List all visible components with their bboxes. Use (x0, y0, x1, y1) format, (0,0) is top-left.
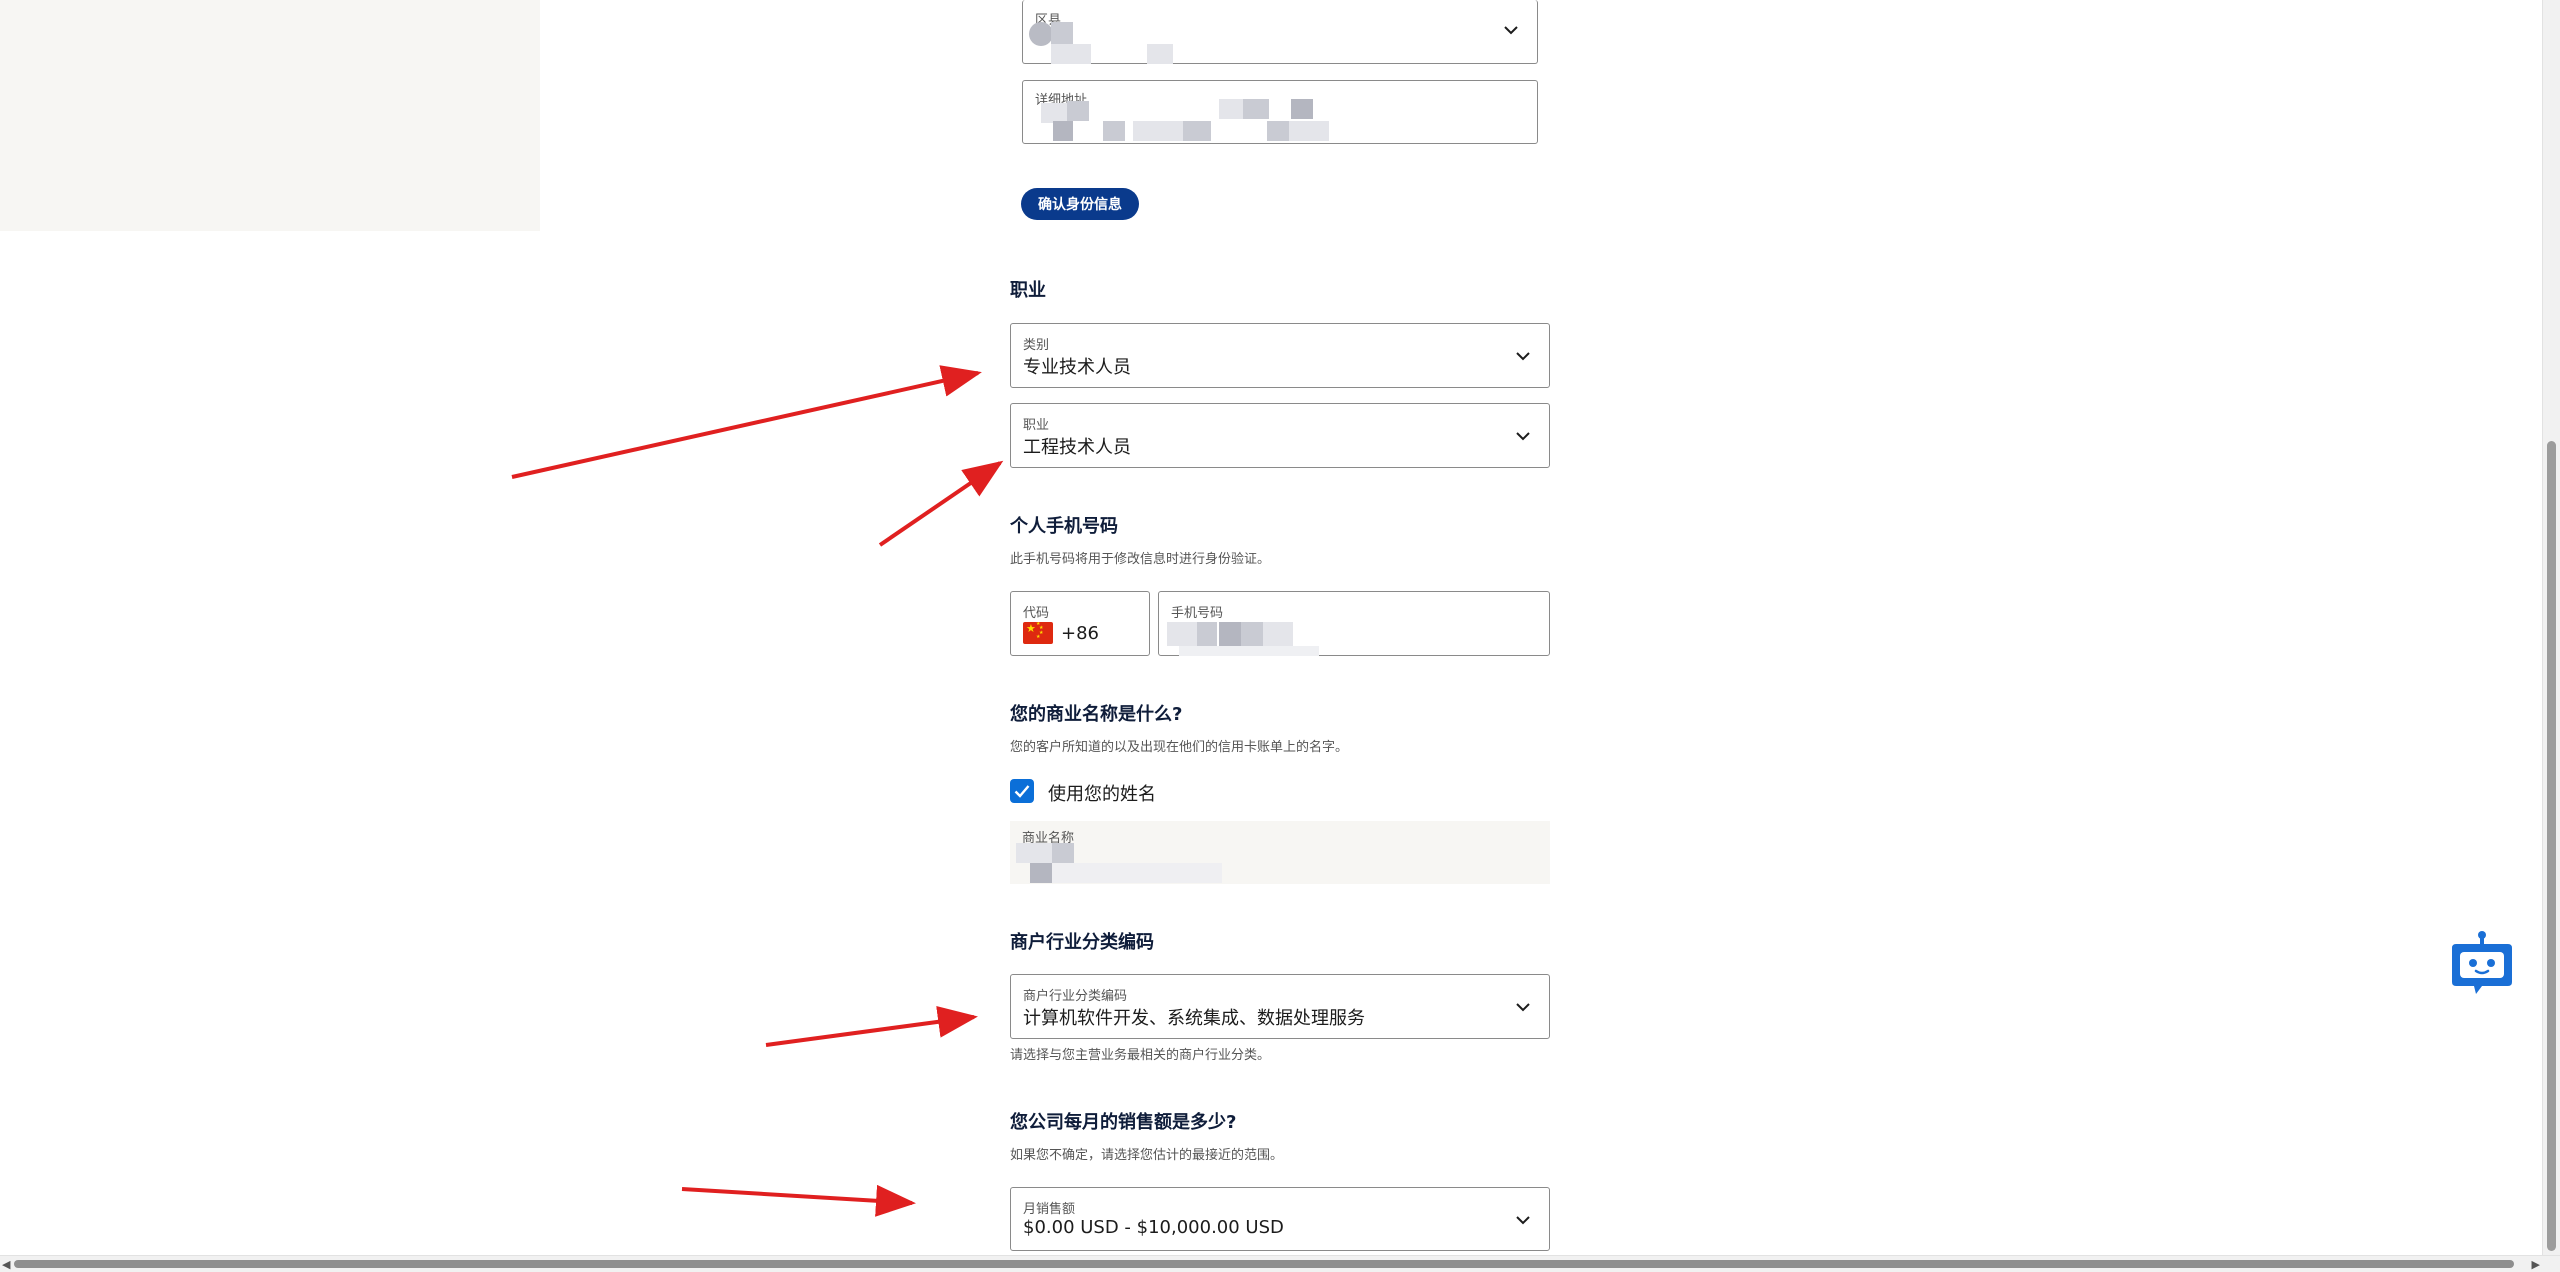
occupation-heading: 职业 (1010, 280, 1046, 301)
industry-heading: 商户行业分类编码 (1010, 932, 1154, 953)
phone-number-label: 手机号码 (1171, 606, 1224, 621)
address-value-redacted (1243, 99, 1269, 119)
phone-number-redacted (1219, 622, 1241, 646)
address-value-redacted (1291, 99, 1313, 119)
occupation-category-select[interactable]: 类别 专业技术人员 (1010, 323, 1550, 388)
annotation-arrow (511, 365, 982, 479)
chevron-down-icon (1515, 428, 1531, 444)
job-value: 工程技术人员 (1023, 437, 1131, 458)
phone-number-redacted (1179, 646, 1319, 656)
annotation-arrow (878, 460, 1004, 547)
address-field[interactable]: 详细地址 (1022, 80, 1538, 144)
industry-select[interactable]: 商户行业分类编码 计算机软件开发、系统集成、数据处理服务 (1010, 974, 1550, 1039)
business-name-redacted (1016, 843, 1052, 863)
horizontal-scrollbar[interactable]: ◀ ▶ (0, 1255, 2560, 1272)
monthly-sales-value: $0.00 USD - $10,000.00 USD (1023, 1217, 1284, 1238)
code-value: +86 (1061, 623, 1099, 644)
phone-number-field[interactable]: 手机号码 (1158, 591, 1550, 656)
confirm-identity-button[interactable]: 确认身份信息 (1021, 188, 1139, 220)
phone-number-redacted (1241, 622, 1263, 646)
job-label: 职业 (1023, 418, 1050, 433)
vertical-scrollbar-thumb[interactable] (2547, 441, 2556, 1251)
business-name-redacted (1052, 863, 1222, 883)
address-value-redacted (1041, 103, 1067, 123)
identity-panel (0, 0, 540, 231)
address-value-redacted (1289, 121, 1329, 141)
phone-number-redacted (1263, 622, 1293, 646)
industry-label: 商户行业分类编码 (1023, 989, 1128, 1004)
phone-number-redacted (1167, 622, 1197, 646)
chevron-down-icon (1515, 348, 1531, 364)
business-name-heading: 您的商业名称是什么? (1010, 704, 1183, 725)
vertical-scrollbar[interactable] (2542, 0, 2560, 1255)
country-code-select[interactable]: 代码 ★ ★ ★ ★ ★ +86 (1010, 591, 1150, 656)
business-name-redacted (1052, 843, 1074, 863)
business-name-redacted (1030, 863, 1052, 883)
chatbot-icon[interactable] (2450, 930, 2514, 998)
industry-value: 计算机软件开发、系统集成、数据处理服务 (1023, 1008, 1365, 1029)
code-label: 代码 (1023, 606, 1050, 621)
sales-help: 如果您不确定，请选择您估计的最接近的范围。 (1010, 1148, 1284, 1163)
china-flag-icon: ★ ★ ★ ★ ★ (1023, 622, 1053, 644)
check-icon (1014, 785, 1030, 798)
category-value: 专业技术人员 (1023, 357, 1131, 378)
chevron-down-icon (1515, 1212, 1531, 1228)
district-select[interactable]: 区县 (1022, 0, 1538, 64)
district-value-redacted (1147, 44, 1173, 64)
phone-number-redacted (1197, 622, 1217, 646)
scroll-right-arrow-icon[interactable]: ▶ (2532, 1258, 2540, 1271)
sales-heading: 您公司每月的销售额是多少? (1010, 1112, 1237, 1133)
chevron-down-icon (1515, 999, 1531, 1015)
category-label: 类别 (1023, 338, 1050, 353)
address-value-redacted (1219, 99, 1243, 119)
phone-heading: 个人手机号码 (1010, 516, 1118, 537)
address-value-redacted (1053, 121, 1073, 141)
use-name-checkbox[interactable] (1010, 779, 1034, 803)
chevron-down-icon (1503, 22, 1519, 38)
industry-help: 请选择与您主营业务最相关的商户行业分类。 (1010, 1048, 1271, 1063)
business-name-help: 您的客户所知道的以及出现在他们的信用卡账单上的名字。 (1010, 740, 1349, 755)
monthly-sales-select[interactable]: 月销售额 $0.00 USD - $10,000.00 USD (1010, 1187, 1550, 1251)
scroll-left-arrow-icon[interactable]: ◀ (2, 1258, 10, 1271)
annotation-arrow (765, 1005, 978, 1047)
district-value-redacted (1029, 22, 1053, 46)
use-name-label[interactable]: 使用您的姓名 (1048, 780, 1156, 806)
address-value-redacted (1067, 101, 1089, 121)
business-name-field: 商业名称 (1010, 821, 1550, 884)
monthly-sales-label: 月销售额 (1023, 1202, 1076, 1217)
horizontal-scrollbar-thumb[interactable] (14, 1260, 2514, 1268)
district-value-redacted (1051, 44, 1091, 64)
district-value-redacted (1051, 22, 1073, 44)
phone-help: 此手机号码将用于修改信息时进行身份验证。 (1010, 552, 1271, 567)
occupation-job-select[interactable]: 职业 工程技术人员 (1010, 403, 1550, 468)
address-value-redacted (1183, 121, 1211, 141)
address-value-redacted (1267, 121, 1289, 141)
address-value-redacted (1103, 121, 1125, 141)
annotation-arrow (681, 1184, 916, 1217)
